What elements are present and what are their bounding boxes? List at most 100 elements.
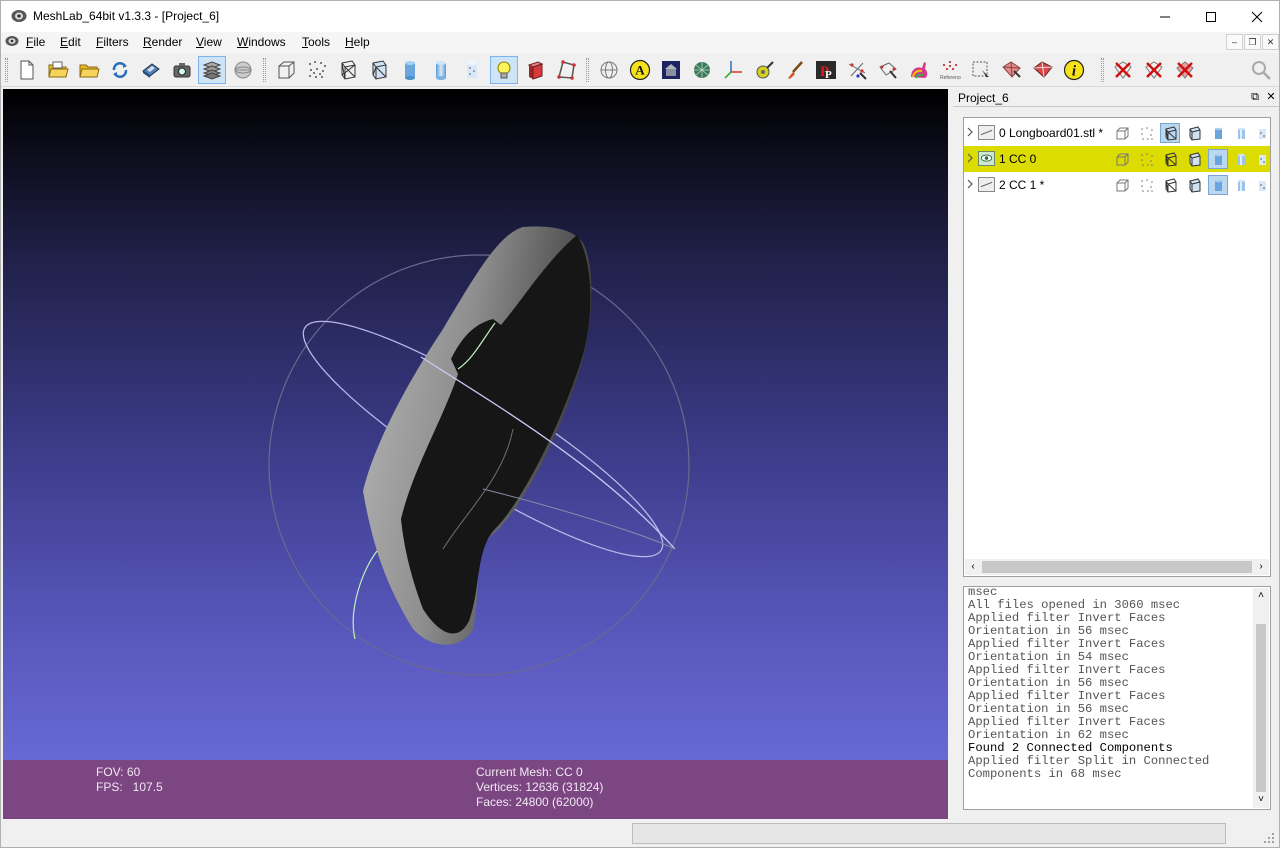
mdi-minimize-button[interactable]: – [1226, 34, 1243, 50]
scrollbar-thumb[interactable] [1256, 624, 1266, 792]
close-button[interactable] [1234, 1, 1280, 32]
layers-button[interactable] [198, 56, 226, 84]
layer-wireframe-toggle[interactable] [1160, 123, 1180, 143]
scroll-left-icon[interactable]: ‹ [966, 561, 980, 573]
dock-float-button[interactable]: ⧉ [1248, 90, 1262, 104]
rgb-mapping-button[interactable] [905, 56, 933, 84]
smooth-shading-button[interactable] [427, 56, 455, 84]
eye-visible-icon[interactable] [978, 151, 995, 166]
scroll-right-icon[interactable]: › [1254, 561, 1268, 573]
open-mesh-button[interactable] [75, 56, 103, 84]
fancy-lighting-button[interactable] [595, 56, 623, 84]
layer-name[interactable]: 0 Longboard01.stl * [999, 126, 1103, 140]
layer-flat-toggle[interactable] [1208, 175, 1228, 195]
3d-viewport[interactable]: FOV: 60 FPS: 107.5 Current Mesh: CC 0 Ve… [3, 89, 948, 819]
wireframe-button[interactable] [334, 56, 362, 84]
dock-close-button[interactable]: ✕ [1264, 90, 1278, 104]
layer-smooth-toggle[interactable] [1231, 123, 1251, 143]
menu-edit[interactable]: Edit [60, 35, 81, 49]
scroll-down-icon[interactable]: ˅ [1255, 793, 1267, 807]
reference-button[interactable]: Reference [936, 56, 964, 84]
menu-tools[interactable]: Tools [302, 35, 330, 49]
layer-wireframe-toggle[interactable] [1160, 175, 1180, 195]
layer-hidden-lines-toggle[interactable] [1184, 149, 1204, 169]
points-button[interactable] [303, 56, 331, 84]
open-project-button[interactable] [44, 56, 72, 84]
eye-hidden-icon[interactable] [978, 177, 995, 192]
measuring-tool-button[interactable] [750, 56, 778, 84]
layer-name[interactable]: 1 CC 0 [999, 152, 1036, 166]
layer-smooth-toggle[interactable] [1231, 175, 1251, 195]
layer-texture-toggle[interactable] [1252, 149, 1272, 169]
info-button[interactable]: i [1060, 56, 1088, 84]
mesh-render[interactable] [3, 89, 948, 760]
delete-vertices-button[interactable] [1140, 56, 1168, 84]
trackball-button[interactable] [229, 56, 257, 84]
snapshot-button[interactable] [168, 56, 196, 84]
annotate-button[interactable]: A [626, 56, 654, 84]
resize-grip-icon[interactable] [1263, 832, 1275, 844]
expand-chevron-icon[interactable] [966, 126, 974, 138]
layer-smooth-toggle[interactable] [1231, 149, 1251, 169]
select-vertices-button[interactable] [998, 56, 1026, 84]
search-button[interactable] [1247, 56, 1275, 84]
layer-texture-toggle[interactable] [1252, 175, 1272, 195]
menu-file[interactable]: File [26, 35, 45, 49]
quality-mapping-button[interactable] [719, 56, 747, 84]
manipulators-button[interactable] [657, 56, 685, 84]
new-project-button[interactable] [13, 56, 41, 84]
layer-flat-toggle[interactable] [1208, 123, 1228, 143]
color-paint-button[interactable] [781, 56, 809, 84]
mdi-close-button[interactable]: ✕ [1262, 34, 1279, 50]
align-button[interactable] [843, 56, 871, 84]
mdi-document-icon[interactable] [5, 35, 19, 47]
menu-render[interactable]: Render [143, 35, 182, 49]
select-connected-button[interactable] [1029, 56, 1057, 84]
select-faces-button[interactable] [967, 56, 995, 84]
menu-filters[interactable]: Filters [96, 35, 129, 49]
expand-chevron-icon[interactable] [966, 152, 974, 164]
scrollbar-thumb[interactable] [982, 561, 1252, 573]
menu-windows[interactable]: Windows [237, 35, 286, 49]
layer-row[interactable]: 0 Longboard01.stl * [964, 120, 1270, 146]
back-face-culling-button[interactable] [552, 56, 580, 84]
layer-texture-toggle[interactable] [1252, 123, 1272, 143]
layer-row[interactable]: 1 CC 0 [964, 146, 1270, 172]
layer-bbox-toggle[interactable] [1112, 123, 1132, 143]
eye-hidden-icon[interactable] [978, 125, 995, 140]
flat-shading-button[interactable] [396, 56, 424, 84]
minimize-button[interactable] [1142, 1, 1188, 32]
expand-chevron-icon[interactable] [966, 178, 974, 190]
layer-hidden-lines-toggle[interactable] [1184, 123, 1204, 143]
scroll-up-icon[interactable]: ˄ [1255, 589, 1267, 603]
save-button[interactable] [137, 56, 165, 84]
menu-help[interactable]: Help [345, 35, 370, 49]
vertical-scrollbar[interactable]: ˄ ˅ [1253, 588, 1269, 808]
mdi-restore-button[interactable]: ❐ [1244, 34, 1261, 50]
reload-button[interactable] [106, 56, 134, 84]
hidden-lines-button[interactable] [365, 56, 393, 84]
maximize-button[interactable] [1188, 1, 1234, 32]
texture-button[interactable] [458, 56, 486, 84]
light-button[interactable] [490, 56, 518, 84]
layer-points-toggle[interactable] [1136, 149, 1156, 169]
painting-button[interactable] [688, 56, 716, 84]
delete-selection-button[interactable] [1171, 56, 1199, 84]
double-side-lighting-button[interactable] [521, 56, 549, 84]
layer-points-toggle[interactable] [1136, 123, 1156, 143]
globe-icon [600, 61, 618, 79]
menu-view[interactable]: View [196, 35, 222, 49]
layer-wireframe-toggle[interactable] [1160, 149, 1180, 169]
layer-flat-toggle[interactable] [1208, 149, 1228, 169]
horizontal-scrollbar[interactable]: ‹ › [965, 559, 1269, 575]
layer-hidden-lines-toggle[interactable] [1184, 175, 1204, 195]
layer-bbox-toggle[interactable] [1112, 149, 1132, 169]
layer-name[interactable]: 2 CC 1 * [999, 178, 1044, 192]
bounding-box-button[interactable] [272, 56, 300, 84]
layer-bbox-toggle[interactable] [1112, 175, 1132, 195]
cutting-button[interactable] [874, 56, 902, 84]
pick-points-button[interactable]: PP [812, 56, 840, 84]
layer-points-toggle[interactable] [1136, 175, 1156, 195]
delete-faces-button[interactable] [1109, 56, 1137, 84]
layer-row[interactable]: 2 CC 1 * [964, 172, 1270, 198]
